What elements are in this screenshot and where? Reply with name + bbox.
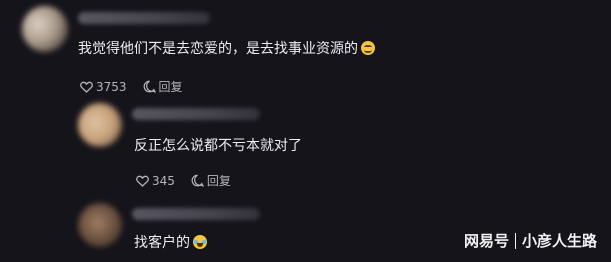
reply-label: 回复	[206, 174, 231, 188]
watermark-author: 小彦人生路	[521, 232, 597, 250]
heart-icon	[80, 81, 93, 93]
comment-actions: 345 回复	[136, 172, 247, 189]
username-blurred[interactable]	[78, 12, 210, 24]
username-blurred[interactable]	[132, 208, 260, 220]
avatar[interactable]	[78, 103, 122, 147]
like-count: 345	[152, 173, 175, 188]
like-button[interactable]: 345	[136, 174, 175, 188]
smile-emoji-icon	[361, 41, 375, 55]
comment-actions: 3753 回复	[80, 78, 199, 95]
comment-text: 找客户的	[134, 234, 207, 252]
reply-button[interactable]: 回复	[143, 78, 183, 95]
comment-text: 反正怎么说都不亏本就对了	[134, 138, 302, 154]
reply-label: 回复	[158, 80, 183, 94]
watermark: 网易号 小彦人生路	[464, 230, 597, 251]
watermark-source: 网易号	[463, 232, 509, 250]
like-count: 3753	[96, 79, 127, 94]
like-button[interactable]: 3753	[80, 80, 127, 94]
laugh-cry-emoji-icon	[193, 235, 207, 249]
comment-bubble-icon	[143, 80, 156, 93]
comment-bubble-icon	[191, 174, 204, 187]
avatar[interactable]	[22, 6, 68, 52]
comment-text: 我觉得他们不是去恋爱的，是去找事业资源的	[78, 40, 375, 58]
heart-icon	[136, 175, 149, 187]
avatar[interactable]	[78, 203, 122, 247]
username-blurred[interactable]	[132, 108, 260, 120]
reply-button[interactable]: 回复	[191, 172, 231, 189]
watermark-divider	[514, 232, 516, 249]
